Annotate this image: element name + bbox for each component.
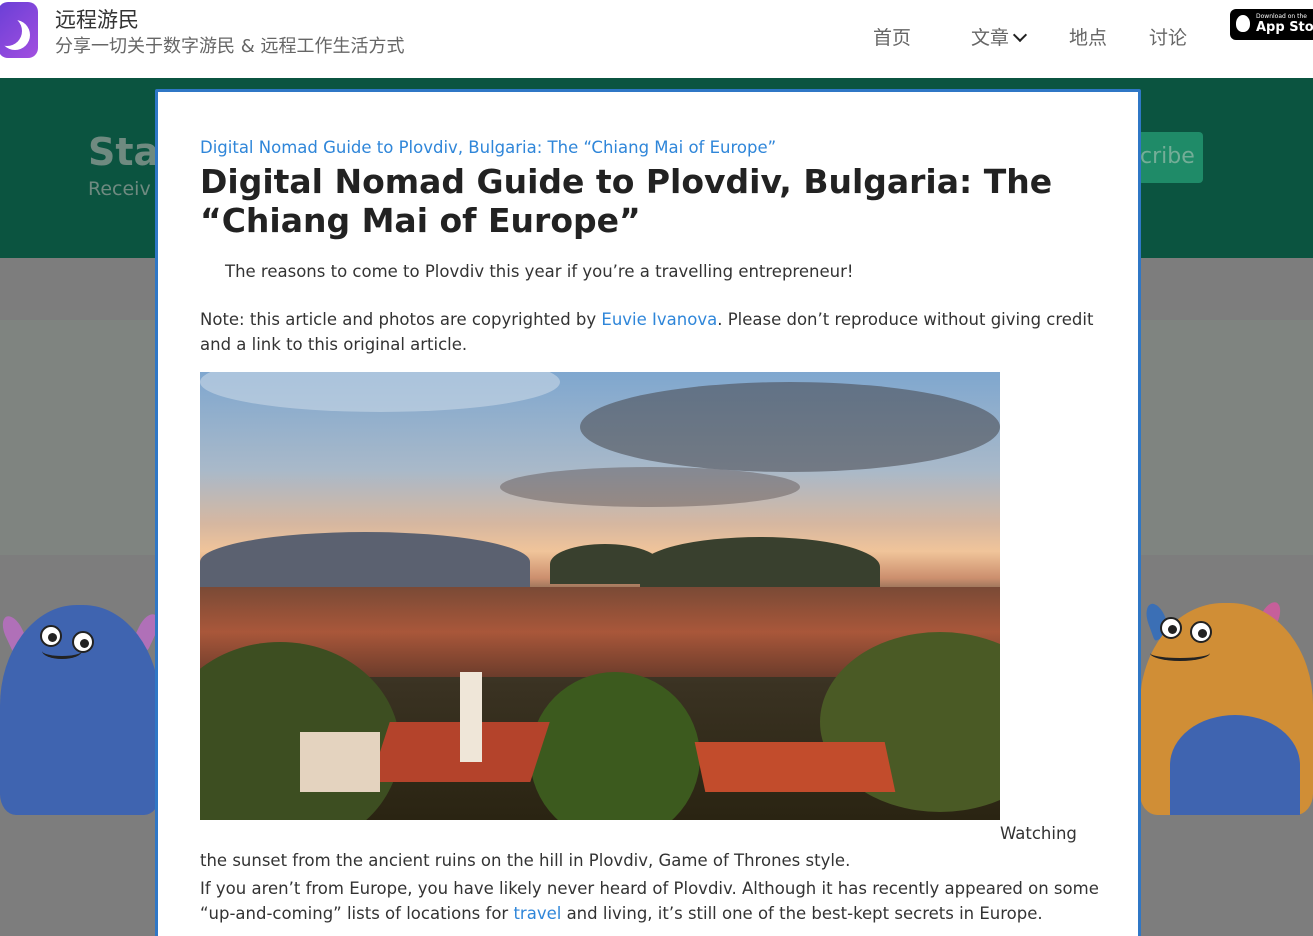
apple-icon bbox=[1236, 15, 1250, 32]
photo-caption: the sunset from the ancient ruins on the… bbox=[200, 851, 851, 870]
nav-articles-label: 文章 bbox=[971, 27, 1010, 49]
monster-mouth bbox=[42, 643, 82, 659]
chevron-down-icon bbox=[1012, 27, 1028, 43]
appstore-small-text: Download on the bbox=[1256, 13, 1307, 20]
cloud bbox=[500, 467, 800, 507]
cloud bbox=[200, 372, 560, 412]
monster-eye bbox=[1160, 617, 1182, 639]
app-logo-icon[interactable] bbox=[0, 2, 38, 58]
moon-icon bbox=[0, 16, 22, 46]
brand-subtitle: 分享一切关于数字游民 & 远程工作生活方式 bbox=[55, 36, 405, 57]
nav-articles[interactable]: 文章 bbox=[971, 23, 1028, 50]
cloud bbox=[580, 382, 1000, 472]
article-preview-modal: Digital Nomad Guide to Plovdiv, Bulgaria… bbox=[155, 89, 1141, 936]
article-subtitle: The reasons to come to Plovdiv this year… bbox=[225, 262, 854, 281]
nav-places[interactable]: 地点 bbox=[1069, 23, 1107, 50]
nav-home[interactable]: 首页 bbox=[873, 23, 911, 50]
photo-caption-start: Watching bbox=[1000, 824, 1077, 843]
brand-title[interactable]: 远程游民 bbox=[55, 4, 139, 34]
monster-pupil bbox=[48, 633, 57, 642]
site-header: 远程游民 分享一切关于数字游民 & 远程工作生活方式 首页 文章 地点 讨论 D… bbox=[0, 0, 1313, 78]
monster-pupil bbox=[1168, 625, 1177, 634]
roof bbox=[694, 742, 896, 792]
building bbox=[300, 732, 380, 792]
travel-link[interactable]: travel bbox=[513, 904, 561, 923]
monster-pupil bbox=[1198, 629, 1207, 638]
nav-discuss[interactable]: 讨论 bbox=[1149, 23, 1187, 50]
appstore-big-text: App Store bbox=[1256, 20, 1313, 35]
banner-subtitle: Receiv bbox=[88, 178, 151, 200]
plovdiv-sunset-photo bbox=[200, 372, 1000, 820]
hill bbox=[550, 544, 660, 584]
distant-hills bbox=[200, 532, 530, 592]
intro-paragraph: If you aren’t from Europe, you have like… bbox=[200, 876, 1110, 926]
tree bbox=[530, 672, 700, 820]
monster-eye bbox=[1190, 621, 1212, 643]
copyright-note: Note: this article and photos are copyri… bbox=[200, 307, 1100, 357]
monster-shirt bbox=[1170, 715, 1300, 815]
article-link[interactable]: Digital Nomad Guide to Plovdiv, Bulgaria… bbox=[200, 138, 776, 157]
article-title: Digital Nomad Guide to Plovdiv, Bulgaria… bbox=[200, 162, 1053, 240]
blue-monster-illustration bbox=[0, 595, 163, 815]
church-tower bbox=[460, 672, 482, 762]
note-text: Note: this article and photos are copyri… bbox=[200, 310, 602, 329]
monster-mouth bbox=[1150, 645, 1210, 661]
app-store-badge[interactable]: Download on the App Store bbox=[1230, 9, 1313, 40]
paragraph-text-end: and living, it’s still one of the best-k… bbox=[561, 904, 1043, 923]
orange-monster-illustration bbox=[1140, 595, 1313, 815]
author-link[interactable]: Euvie Ivanova bbox=[601, 310, 717, 329]
